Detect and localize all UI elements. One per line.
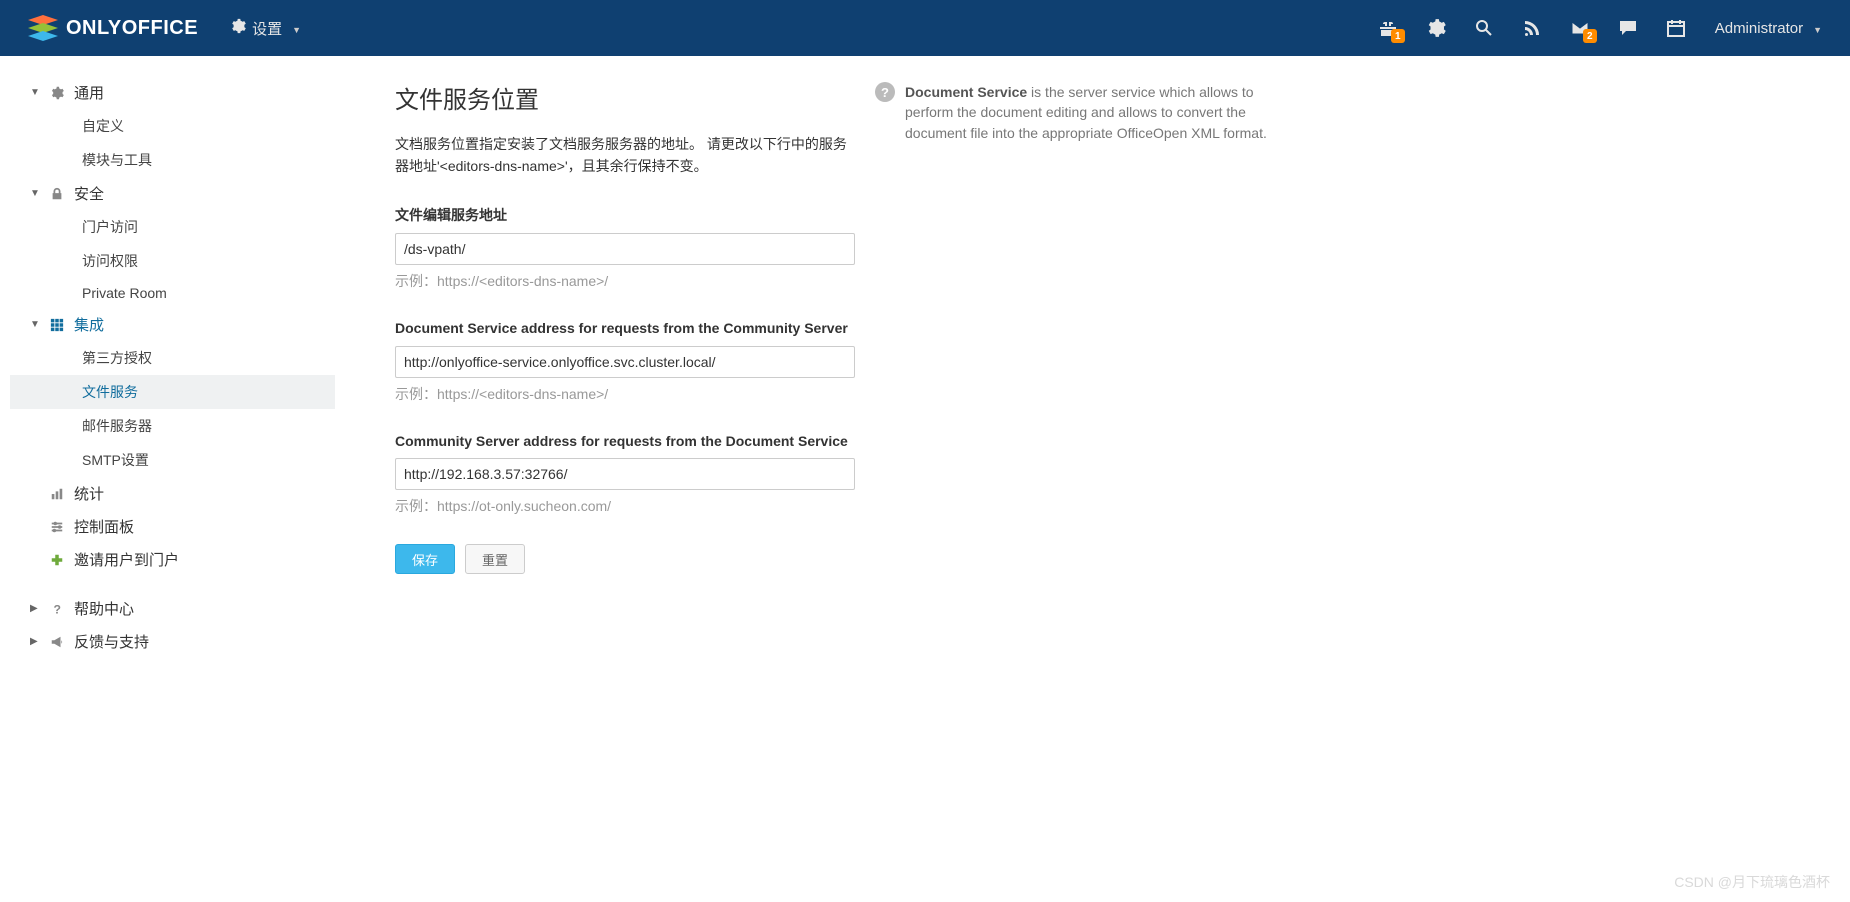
field-hint: 示例：https://ot-only.sucheon.com/ — [395, 496, 855, 516]
info-panel: ? Document Service is the server service… — [875, 80, 1305, 143]
sidebar-group-integration[interactable]: ▼ 集成 — [10, 308, 335, 341]
sidebar-group-label: 安全 — [74, 183, 104, 204]
sidebar-item-custom[interactable]: 自定义 — [10, 109, 335, 143]
sidebar-group-general[interactable]: ▼ 通用 — [10, 76, 335, 109]
caret-down-icon: ▼ — [30, 319, 40, 330]
sidebar-item-portal[interactable]: 门户访问 — [10, 210, 335, 244]
field-label-editing: 文件编辑服务地址 — [395, 206, 855, 225]
grid-icon — [49, 318, 65, 332]
sidebar: ▼ 通用 自定义 模块与工具 ▼ 安全 门户访问 访问权限 Private Ro… — [0, 56, 335, 678]
sidebar-item-help[interactable]: ▶ ? 帮助中心 — [10, 592, 335, 625]
sidebar-group-label: 集成 — [74, 314, 104, 335]
chevron-down-icon — [288, 20, 301, 37]
user-menu[interactable]: Administrator — [1715, 20, 1822, 37]
sidebar-item-feedback[interactable]: ▶ 反馈与支持 — [10, 625, 335, 658]
mail-badge: 2 — [1583, 29, 1597, 43]
sliders-icon — [49, 520, 65, 534]
sidebar-item-label: 邀请用户到门户 — [74, 549, 179, 570]
caret-right-icon: ▶ — [30, 603, 40, 614]
lock-icon — [49, 187, 65, 201]
caret-down-icon: ▼ — [30, 87, 40, 98]
sidebar-item-thirdparty[interactable]: 第三方授权 — [10, 341, 335, 375]
sidebar-group-security[interactable]: ▼ 安全 — [10, 177, 335, 210]
calendar-icon[interactable] — [1665, 17, 1687, 39]
field-label-from-community: Document Service address for requests fr… — [395, 319, 855, 338]
question-icon: ? — [875, 82, 895, 102]
top-icons: 1 2 — [1377, 17, 1687, 39]
page-title: 文件服务位置 — [395, 80, 855, 115]
reset-button[interactable]: 重置 — [465, 544, 525, 574]
gift-badge: 1 — [1391, 29, 1405, 43]
info-text: Document Service is the server service w… — [905, 82, 1305, 143]
gift-icon[interactable]: 1 — [1377, 17, 1399, 39]
from-docservice-input[interactable] — [395, 458, 855, 490]
gear-icon — [49, 86, 65, 100]
megaphone-icon — [49, 635, 65, 649]
save-button[interactable]: 保存 — [395, 544, 455, 574]
question-icon: ? — [49, 602, 65, 616]
info-bold: Document Service — [905, 84, 1027, 100]
sidebar-item-panel[interactable]: 控制面板 — [10, 510, 335, 543]
page-description: 文档服务位置指定安装了文档服务服务器的地址。 请更改以下行中的服务器地址'<ed… — [395, 133, 855, 178]
field-hint: 示例：https://<editors-dns-name>/ — [395, 384, 855, 404]
sidebar-group-label: 通用 — [74, 82, 104, 103]
caret-right-icon: ▶ — [30, 636, 40, 647]
gear-icon — [230, 18, 246, 38]
sidebar-item-access[interactable]: 访问权限 — [10, 244, 335, 278]
sidebar-item-smtp[interactable]: SMTP设置 — [10, 443, 335, 477]
sidebar-item-mailserver[interactable]: 邮件服务器 — [10, 409, 335, 443]
sidebar-item-stats[interactable]: 统计 — [10, 477, 335, 510]
sidebar-item-label: 帮助中心 — [74, 598, 134, 619]
watermark: CSDN @月下琉璃色酒杯 — [1674, 872, 1830, 892]
top-bar: ONLYOFFICE 设置 1 2 Administrato — [0, 0, 1850, 56]
chevron-down-icon — [1809, 20, 1822, 37]
caret-down-icon: ▼ — [30, 188, 40, 199]
svg-text:?: ? — [54, 602, 61, 616]
main-content: 文件服务位置 文档服务位置指定安装了文档服务服务器的地址。 请更改以下行中的服务… — [335, 56, 1755, 678]
settings-icon[interactable] — [1425, 17, 1447, 39]
field-hint: 示例：https://<editors-dns-name>/ — [395, 271, 855, 291]
sidebar-item-label: 反馈与支持 — [74, 631, 149, 652]
search-icon[interactable] — [1473, 17, 1495, 39]
settings-menu[interactable]: 设置 — [230, 18, 301, 39]
from-community-input[interactable] — [395, 346, 855, 378]
sidebar-item-label: 统计 — [74, 483, 104, 504]
sidebar-item-private[interactable]: Private Room — [10, 278, 335, 308]
field-label-from-docservice: Community Server address for requests fr… — [395, 432, 855, 451]
sidebar-item-label: 控制面板 — [74, 516, 134, 537]
user-label: Administrator — [1715, 20, 1803, 37]
editing-address-input[interactable] — [395, 233, 855, 265]
sidebar-item-docservice[interactable]: 文件服务 — [10, 375, 335, 409]
chat-icon[interactable] — [1617, 17, 1639, 39]
logo-text: ONLYOFFICE — [66, 17, 198, 40]
sidebar-item-modules[interactable]: 模块与工具 — [10, 143, 335, 177]
mail-icon[interactable]: 2 — [1569, 17, 1591, 39]
settings-label: 设置 — [252, 18, 282, 39]
sidebar-item-invite[interactable]: 邀请用户到门户 — [10, 543, 335, 576]
plus-icon — [49, 553, 65, 567]
logo[interactable]: ONLYOFFICE — [28, 15, 198, 41]
bars-icon — [49, 487, 65, 501]
logo-icon — [28, 15, 58, 41]
feed-icon[interactable] — [1521, 17, 1543, 39]
